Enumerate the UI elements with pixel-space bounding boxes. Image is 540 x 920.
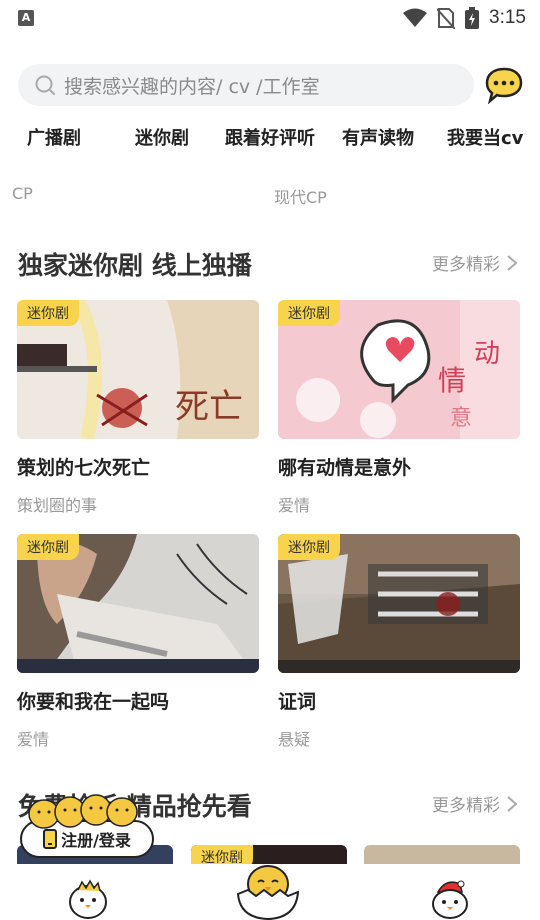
battery-icon bbox=[465, 7, 480, 29]
card-title: 策划的七次死亡 bbox=[17, 457, 151, 479]
login-label: 注册/登录 bbox=[61, 831, 131, 850]
card-title: 哪有动情是意外 bbox=[278, 457, 412, 479]
drama-card[interactable]: 迷你剧 你要和我在一起吗 爱情 bbox=[17, 534, 259, 750]
subcategory-row: CP 现代CP bbox=[0, 184, 540, 208]
subcategory-item[interactable]: 现代CP bbox=[274, 184, 327, 208]
drama-card[interactable]: 死亡 迷你剧 策划的七次死亡 策划圈的事 bbox=[17, 300, 259, 516]
no-sim-icon bbox=[437, 8, 456, 29]
search-input[interactable]: 搜索感兴趣的内容/ cv /工作室 bbox=[18, 64, 474, 106]
card-badge: 迷你剧 bbox=[17, 300, 79, 326]
status-bar: A 3:15 bbox=[0, 0, 540, 36]
subcategory-item[interactable]: CP bbox=[12, 184, 33, 203]
chick-mascot-icon bbox=[28, 794, 138, 829]
card-badge: 迷你剧 bbox=[17, 534, 79, 560]
card-cover: 情 动 意 迷你剧 bbox=[278, 300, 520, 439]
card-badge: 迷你剧 bbox=[278, 534, 340, 560]
card-subtitle: 爱情 bbox=[17, 730, 50, 749]
category-tab[interactable]: 迷你剧 bbox=[135, 124, 189, 150]
category-tab[interactable]: 广播剧 bbox=[27, 124, 81, 150]
drama-card[interactable]: 迷你剧 证词 悬疑 bbox=[278, 534, 520, 750]
card-subtitle: 爱情 bbox=[278, 496, 311, 515]
more-link[interactable]: 更多精彩 bbox=[432, 791, 518, 816]
search-placeholder: 搜索感兴趣的内容/ cv /工作室 bbox=[64, 75, 320, 98]
card-title: 证词 bbox=[278, 691, 317, 713]
card-cover: 迷你剧 bbox=[17, 534, 259, 673]
chevron-right-icon bbox=[507, 254, 518, 271]
tab-profile-chick-icon[interactable] bbox=[428, 876, 472, 920]
card-cover: 死亡 迷你剧 bbox=[17, 300, 259, 439]
category-tab[interactable]: 跟着好评听 bbox=[225, 124, 315, 150]
tab-home-chick-icon[interactable] bbox=[66, 876, 110, 920]
bottom-tab-bar bbox=[0, 864, 540, 920]
chevron-right-icon bbox=[507, 795, 518, 812]
status-icons: 3:15 bbox=[403, 6, 526, 30]
more-label: 更多精彩 bbox=[432, 796, 500, 816]
svg-text:意: 意 bbox=[450, 406, 472, 431]
tab-center-chick-egg-icon[interactable] bbox=[234, 862, 302, 920]
section-title: 独家迷你剧 线上独播 bbox=[18, 251, 252, 280]
search-icon bbox=[35, 75, 55, 95]
notification-icon: A bbox=[18, 10, 34, 26]
more-link[interactable]: 更多精彩 bbox=[432, 250, 518, 275]
phone-icon bbox=[43, 829, 58, 849]
wifi-icon bbox=[403, 8, 428, 27]
card-subtitle: 策划圈的事 bbox=[17, 496, 98, 515]
status-time: 3:15 bbox=[489, 7, 526, 28]
category-tabs: 广播剧 迷你剧 跟着好评听 有声读物 我要当cv bbox=[0, 124, 540, 158]
card-cover[interactable] bbox=[364, 845, 520, 865]
svg-text:情: 情 bbox=[438, 364, 466, 397]
drama-card[interactable]: 情 动 意 迷你剧 哪有动情是意外 爱情 bbox=[278, 300, 520, 516]
card-badge: 迷你剧 bbox=[278, 300, 340, 326]
message-icon[interactable] bbox=[484, 66, 524, 104]
card-title: 你要和我在一起吗 bbox=[17, 691, 170, 713]
category-tab[interactable]: 我要当cv bbox=[447, 124, 523, 150]
svg-text:死亡: 死亡 bbox=[175, 387, 243, 427]
card-subtitle: 悬疑 bbox=[278, 730, 311, 749]
category-tab[interactable]: 有声读物 bbox=[342, 124, 414, 150]
card-cover: 迷你剧 bbox=[278, 534, 520, 673]
more-label: 更多精彩 bbox=[432, 255, 500, 275]
svg-text:动: 动 bbox=[474, 339, 500, 369]
